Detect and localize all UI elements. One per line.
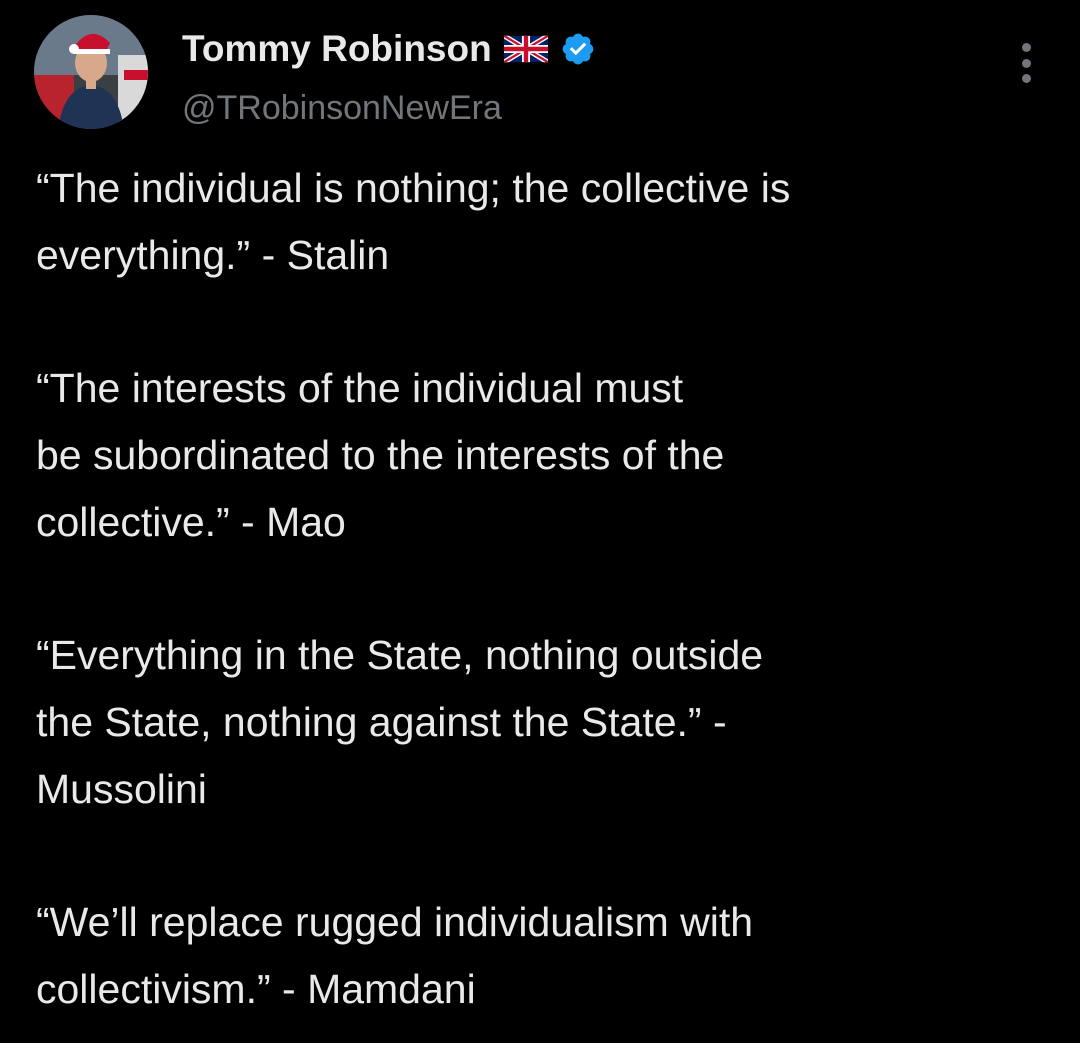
tweet-text: “The individual is nothing; the collecti… — [36, 155, 1046, 1023]
author-handle[interactable]: @TRobinsonNewEra — [182, 89, 502, 128]
more-dot — [1021, 43, 1031, 52]
tweet-paragraph: “The individual is nothing; the collecti… — [36, 165, 791, 278]
more-dot — [1021, 74, 1031, 83]
tweet: Tommy Robinson @TRobinsonNewEra “The ind… — [0, 0, 1080, 1043]
author-display-name[interactable]: Tommy Robinson — [182, 28, 492, 70]
tweet-paragraph: “The interests of the individual must be… — [36, 365, 725, 545]
name-row: Tommy Robinson — [182, 27, 596, 71]
uk-flag-icon — [503, 35, 548, 63]
avatar[interactable] — [34, 15, 148, 129]
more-dot — [1021, 58, 1031, 68]
more-vertical-icon[interactable] — [1014, 39, 1038, 87]
tweet-paragraph: “We’ll replace rugged individualism with… — [36, 899, 754, 1012]
tweet-paragraph: “Everything in the State, nothing outsid… — [36, 632, 764, 812]
verified-badge-icon[interactable] — [560, 31, 596, 67]
tweet-header: Tommy Robinson @TRobinsonNewEra — [34, 15, 1046, 130]
avatar-photo — [34, 15, 148, 129]
